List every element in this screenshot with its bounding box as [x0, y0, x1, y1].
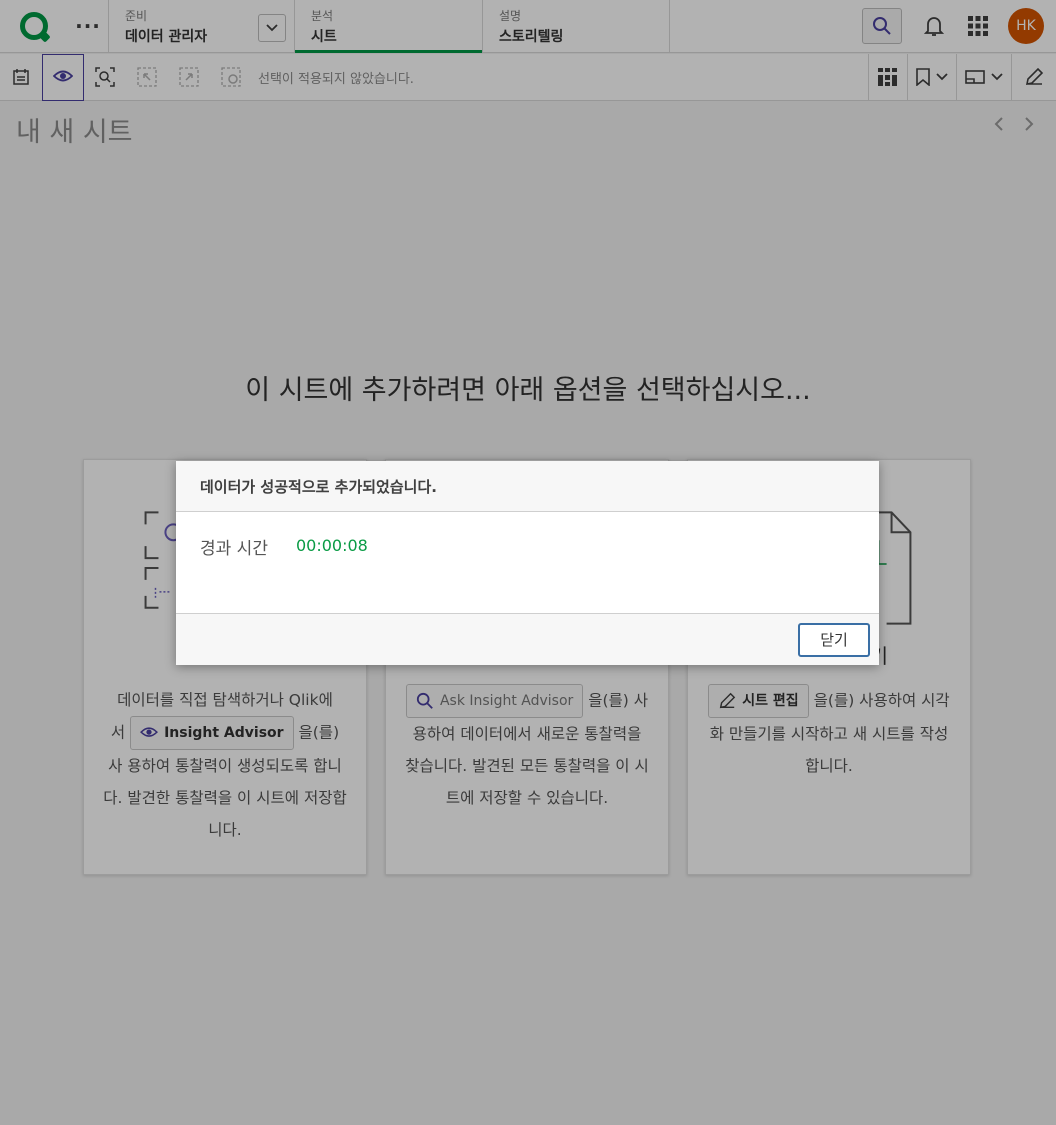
dialog-body: 경과 시간 00:00:08	[176, 512, 879, 614]
dialog-header: 데이터가 성공적으로 추가되었습니다.	[176, 461, 879, 512]
elapsed-time-value: 00:00:08	[295, 536, 368, 555]
data-added-dialog: 데이터가 성공적으로 추가되었습니다. 경과 시간 00:00:08 닫기	[176, 461, 879, 665]
close-button[interactable]: 닫기	[798, 622, 870, 657]
elapsed-time-label: 경과 시간	[200, 539, 268, 559]
dialog-title: 데이터가 성공적으로 추가되었습니다.	[200, 477, 437, 496]
dialog-footer: 닫기	[176, 614, 879, 665]
